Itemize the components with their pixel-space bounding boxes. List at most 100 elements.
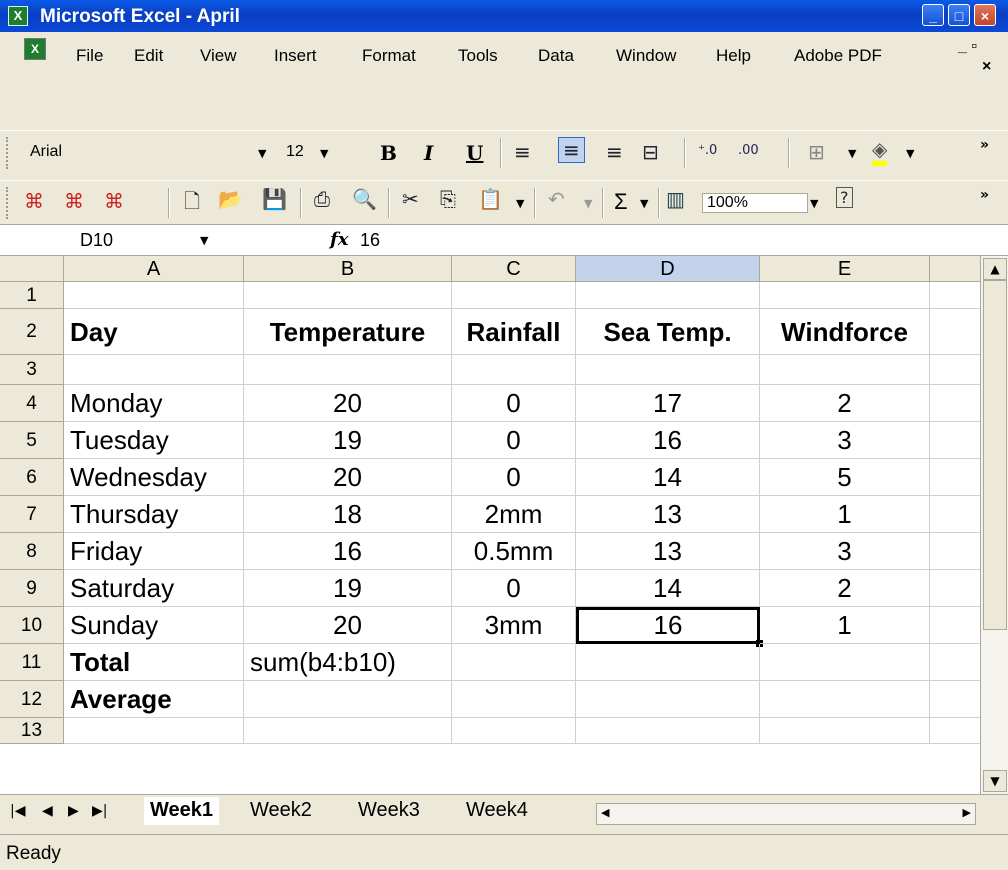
- scroll-down-icon[interactable]: ▼: [983, 770, 1007, 792]
- tab-week3[interactable]: Week3: [352, 797, 426, 825]
- autosum-dropdown-icon[interactable]: ▼: [640, 197, 648, 210]
- fill-color-dropdown-icon[interactable]: ▼: [906, 147, 914, 160]
- help-icon[interactable]: ?: [836, 187, 853, 208]
- cell-b13[interactable]: [244, 718, 452, 744]
- size-dropdown-icon[interactable]: ▼: [320, 147, 328, 160]
- cell-a13[interactable]: [64, 718, 244, 744]
- cell-e7[interactable]: 1: [760, 496, 930, 533]
- name-box[interactable]: D10 ▼: [0, 225, 230, 255]
- menu-data[interactable]: Data: [538, 46, 574, 66]
- align-center-icon[interactable]: ≡: [558, 137, 585, 163]
- decrease-decimal-icon[interactable]: .00: [738, 143, 759, 158]
- insert-function-icon[interactable]: fx: [330, 229, 348, 250]
- formula-input[interactable]: 16: [360, 230, 380, 251]
- cell-c3[interactable]: [452, 355, 576, 385]
- cell-e8[interactable]: 3: [760, 533, 930, 570]
- restore-doc-icon[interactable]: _ ▫: [958, 38, 977, 56]
- tab-week4[interactable]: Week4: [460, 797, 534, 825]
- cell-f4[interactable]: [930, 385, 980, 422]
- row-header[interactable]: 9: [0, 570, 64, 607]
- toolbar-grip[interactable]: [6, 187, 12, 219]
- menu-insert[interactable]: Insert: [274, 46, 317, 66]
- borders-icon[interactable]: ⊞: [808, 140, 825, 164]
- autosum-icon[interactable]: Σ: [614, 189, 628, 215]
- menu-window[interactable]: Window: [616, 46, 676, 66]
- menu-format[interactable]: Format: [362, 46, 416, 66]
- cell-b10[interactable]: 20: [244, 607, 452, 644]
- next-sheet-icon[interactable]: ▶: [68, 803, 79, 819]
- pdf-convert-icon[interactable]: ⌘: [24, 189, 44, 213]
- cell-f1[interactable]: [930, 282, 980, 309]
- cell-f13[interactable]: [930, 718, 980, 744]
- cell-c6[interactable]: 0: [452, 459, 576, 496]
- align-right-icon[interactable]: ≡: [606, 140, 623, 164]
- cell-e2[interactable]: Windforce: [760, 309, 930, 355]
- col-header-a[interactable]: A: [64, 256, 244, 282]
- cell-e11[interactable]: [760, 644, 930, 681]
- cell-c12[interactable]: [452, 681, 576, 718]
- paste-icon[interactable]: 📋: [478, 187, 503, 211]
- menu-file[interactable]: File: [76, 46, 103, 66]
- align-left-icon[interactable]: ≡: [514, 140, 531, 164]
- cell-b1[interactable]: [244, 282, 452, 309]
- cell-d6[interactable]: 14: [576, 459, 760, 496]
- new-icon[interactable]: 🗋: [184, 187, 200, 221]
- row-header[interactable]: 13: [0, 718, 64, 744]
- cell-d9[interactable]: 14: [576, 570, 760, 607]
- cell-a10[interactable]: Sunday: [64, 607, 244, 644]
- zoom-box[interactable]: 100%: [702, 193, 808, 213]
- tab-week1[interactable]: Week1: [144, 797, 220, 825]
- cell-e1[interactable]: [760, 282, 930, 309]
- worksheet-grid[interactable]: A B C D E 1 2 Day Temperature Rainfall Sea Te…: [0, 256, 980, 794]
- toolbar-options-icon[interactable]: »: [980, 137, 989, 153]
- col-header-d[interactable]: D: [576, 256, 760, 282]
- menu-edit[interactable]: Edit: [134, 46, 163, 66]
- cell-a5[interactable]: Tuesday: [64, 422, 244, 459]
- vertical-scrollbar[interactable]: ▲ ▼: [980, 256, 1008, 794]
- cell-b7[interactable]: 18: [244, 496, 452, 533]
- cell-a12[interactable]: Average: [64, 681, 244, 718]
- cell-b4[interactable]: 20: [244, 385, 452, 422]
- cell-c4[interactable]: 0: [452, 385, 576, 422]
- cell-b3[interactable]: [244, 355, 452, 385]
- scroll-thumb[interactable]: [983, 280, 1007, 630]
- row-header[interactable]: 10: [0, 607, 64, 644]
- cell-a2[interactable]: Day: [64, 309, 244, 355]
- first-sheet-icon[interactable]: |◀: [10, 803, 25, 819]
- prev-sheet-icon[interactable]: ◀: [42, 803, 53, 819]
- fill-color-icon[interactable]: ◈: [872, 137, 888, 166]
- cell-b8[interactable]: 16: [244, 533, 452, 570]
- select-all-corner[interactable]: [0, 256, 64, 282]
- col-header-c[interactable]: C: [452, 256, 576, 282]
- cell-e12[interactable]: [760, 681, 930, 718]
- row-header[interactable]: 3: [0, 355, 64, 385]
- menu-tools[interactable]: Tools: [458, 46, 498, 66]
- cell-c9[interactable]: 0: [452, 570, 576, 607]
- cell-c2[interactable]: Rainfall: [452, 309, 576, 355]
- italic-button[interactable]: I: [424, 141, 433, 165]
- cell-d13[interactable]: [576, 718, 760, 744]
- font-name-box[interactable]: Arial: [30, 143, 62, 161]
- row-header[interactable]: 6: [0, 459, 64, 496]
- cell-a9[interactable]: Saturday: [64, 570, 244, 607]
- cell-f10[interactable]: [930, 607, 980, 644]
- cell-b9[interactable]: 19: [244, 570, 452, 607]
- cell-a11[interactable]: Total: [64, 644, 244, 681]
- cell-e3[interactable]: [760, 355, 930, 385]
- menu-adobe-pdf[interactable]: Adobe PDF: [794, 46, 882, 66]
- paste-dropdown-icon[interactable]: ▼: [516, 197, 524, 210]
- bold-button[interactable]: B: [380, 141, 397, 165]
- maximize-button[interactable]: □: [948, 4, 970, 26]
- toolbar-grip[interactable]: [6, 137, 12, 169]
- last-sheet-icon[interactable]: ▶|: [92, 803, 107, 819]
- row-header[interactable]: 12: [0, 681, 64, 718]
- merge-center-icon[interactable]: ⊟: [642, 140, 659, 164]
- scroll-right-icon[interactable]: ▶: [963, 806, 971, 819]
- chart-wizard-icon[interactable]: ▥: [666, 187, 685, 211]
- row-header[interactable]: 1: [0, 282, 64, 309]
- cell-f9[interactable]: [930, 570, 980, 607]
- print-icon[interactable]: ⎙: [314, 187, 330, 211]
- cell-d8[interactable]: 13: [576, 533, 760, 570]
- cell-a1[interactable]: [64, 282, 244, 309]
- cell-a8[interactable]: Friday: [64, 533, 244, 570]
